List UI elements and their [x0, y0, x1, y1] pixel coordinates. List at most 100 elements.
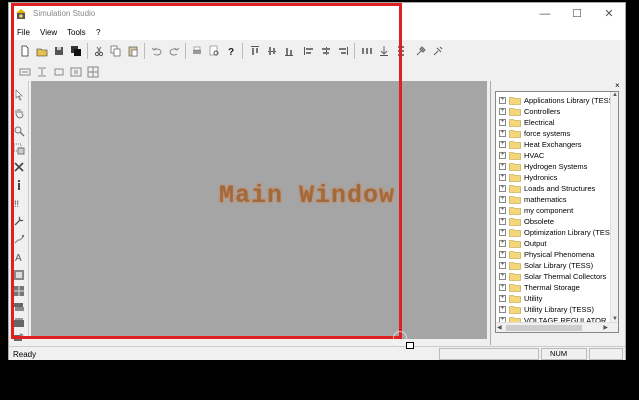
- panel-close-icon[interactable]: ×: [615, 81, 620, 90]
- expand-icon[interactable]: +: [499, 306, 506, 313]
- parameters-icon[interactable]: !!: [11, 195, 27, 211]
- align-middle-icon[interactable]: [264, 43, 280, 59]
- layers-icon[interactable]: [11, 299, 27, 315]
- tree-item[interactable]: + mathematics: [496, 194, 612, 205]
- align-bottom-icon[interactable]: [281, 43, 297, 59]
- zoom-area-icon[interactable]: [68, 64, 84, 80]
- tree-item[interactable]: + Utility Library (TESS): [496, 304, 612, 315]
- grid-icon[interactable]: [85, 64, 101, 80]
- save-icon[interactable]: [51, 43, 67, 59]
- vertical-scrollbar[interactable]: ▲ ▼: [610, 92, 618, 322]
- scroll-right-icon[interactable]: ▶: [603, 324, 608, 331]
- menu-tools[interactable]: Tools: [67, 28, 86, 37]
- expand-icon[interactable]: +: [499, 130, 506, 137]
- fit-page-icon[interactable]: [51, 64, 67, 80]
- expand-icon[interactable]: +: [499, 119, 506, 126]
- expand-icon[interactable]: +: [499, 207, 506, 214]
- wrench-icon[interactable]: [11, 213, 27, 229]
- tree-item[interactable]: + Solar Thermal Collectors: [496, 271, 612, 282]
- tree-item[interactable]: + force systems: [496, 128, 612, 139]
- help-icon[interactable]: ?: [223, 43, 239, 59]
- move-down-icon[interactable]: [376, 43, 392, 59]
- menu-file[interactable]: File: [17, 28, 30, 37]
- expand-icon[interactable]: +: [499, 229, 506, 236]
- component-icon[interactable]: [11, 267, 27, 283]
- hand-icon[interactable]: [11, 105, 27, 121]
- title-bar[interactable]: Simulation Studio — ☐ ✕: [9, 3, 625, 25]
- close-button[interactable]: ✕: [597, 6, 621, 22]
- menu-help[interactable]: ?: [96, 28, 100, 37]
- new-file-icon[interactable]: [17, 43, 33, 59]
- expand-icon[interactable]: +: [499, 240, 506, 247]
- align-left-icon[interactable]: [301, 43, 317, 59]
- cut-icon[interactable]: [91, 43, 107, 59]
- fit-height-icon[interactable]: [34, 64, 50, 80]
- expand-icon[interactable]: +: [499, 251, 506, 258]
- minimize-button[interactable]: —: [533, 6, 557, 22]
- resize-handle[interactable]: [406, 342, 414, 349]
- expand-icon[interactable]: +: [499, 152, 506, 159]
- print-preview-icon[interactable]: [206, 43, 222, 59]
- tree-item[interactable]: + Heat Exchangers: [496, 139, 612, 150]
- maximize-button[interactable]: ☐: [565, 6, 589, 22]
- align-center-icon[interactable]: [318, 43, 334, 59]
- main-canvas[interactable]: Main Window: [31, 81, 487, 339]
- save-all-icon[interactable]: [68, 43, 84, 59]
- menu-view[interactable]: View: [40, 28, 57, 37]
- align-right-icon[interactable]: [335, 43, 351, 59]
- tree-item[interactable]: + Optimization Library (TESS: [496, 227, 615, 238]
- component-tree[interactable]: + Applications Library (TESS + Controllers +…: [495, 91, 619, 333]
- tree-item[interactable]: + Thermal Storage: [496, 282, 612, 293]
- undo-icon[interactable]: [149, 43, 165, 59]
- expand-icon[interactable]: +: [499, 97, 506, 104]
- zoom-icon[interactable]: [11, 123, 27, 139]
- fit-width-icon[interactable]: [17, 64, 33, 80]
- expand-icon[interactable]: +: [499, 218, 506, 225]
- export-icon[interactable]: [11, 329, 27, 345]
- paste-icon[interactable]: [125, 43, 141, 59]
- tree-item[interactable]: + HVAC: [496, 150, 612, 161]
- tree-item[interactable]: + Controllers: [496, 106, 612, 117]
- macro-icon[interactable]: [11, 283, 27, 299]
- scroll-up-icon[interactable]: ▲: [612, 92, 618, 98]
- distribute-vertical-icon[interactable]: [393, 43, 409, 59]
- pointer-icon[interactable]: [11, 87, 27, 103]
- build-icon[interactable]: [430, 43, 446, 59]
- tree-item[interactable]: + my component: [496, 205, 612, 216]
- tree-item[interactable]: + Loads and Structures: [496, 183, 612, 194]
- tree-item[interactable]: + Physical Phenomena: [496, 249, 612, 260]
- horizontal-scrollbar[interactable]: ◀ ▶: [496, 322, 618, 332]
- tree-item[interactable]: + Hydronics: [496, 172, 612, 183]
- align-top-icon[interactable]: [247, 43, 263, 59]
- print-icon[interactable]: [189, 43, 205, 59]
- horizontal-scroll-thumb[interactable]: [506, 325, 582, 331]
- tree-item[interactable]: + Electrical: [496, 117, 612, 128]
- tree-item[interactable]: + Output: [496, 238, 612, 249]
- expand-icon[interactable]: +: [499, 273, 506, 280]
- redo-icon[interactable]: [166, 43, 182, 59]
- expand-icon[interactable]: +: [499, 108, 506, 115]
- tree-item[interactable]: + Solar Library (TESS): [496, 260, 612, 271]
- link-icon[interactable]: [11, 231, 27, 247]
- tree-item[interactable]: + Obsolete: [496, 216, 612, 227]
- tree-item[interactable]: + Utility: [496, 293, 612, 304]
- expand-icon[interactable]: +: [499, 295, 506, 302]
- expand-icon[interactable]: +: [499, 163, 506, 170]
- copy-icon[interactable]: [108, 43, 124, 59]
- expand-icon[interactable]: +: [499, 284, 506, 291]
- expand-icon[interactable]: +: [499, 185, 506, 192]
- text-icon[interactable]: A: [11, 249, 27, 265]
- tree-item[interactable]: + Applications Library (TESS: [496, 95, 614, 106]
- expand-icon[interactable]: +: [499, 174, 506, 181]
- scroll-left-icon[interactable]: ◀: [497, 324, 502, 331]
- delete-icon[interactable]: [11, 159, 27, 175]
- select-area-icon[interactable]: [11, 141, 27, 157]
- open-folder-icon[interactable]: [34, 43, 50, 59]
- expand-icon[interactable]: +: [499, 141, 506, 148]
- expand-icon[interactable]: +: [499, 196, 506, 203]
- tools-icon[interactable]: [413, 43, 429, 59]
- distribute-horizontal-icon[interactable]: [359, 43, 375, 59]
- expand-icon[interactable]: +: [499, 262, 506, 269]
- info-icon[interactable]: [11, 177, 27, 193]
- tree-item[interactable]: + Hydrogen Systems: [496, 161, 612, 172]
